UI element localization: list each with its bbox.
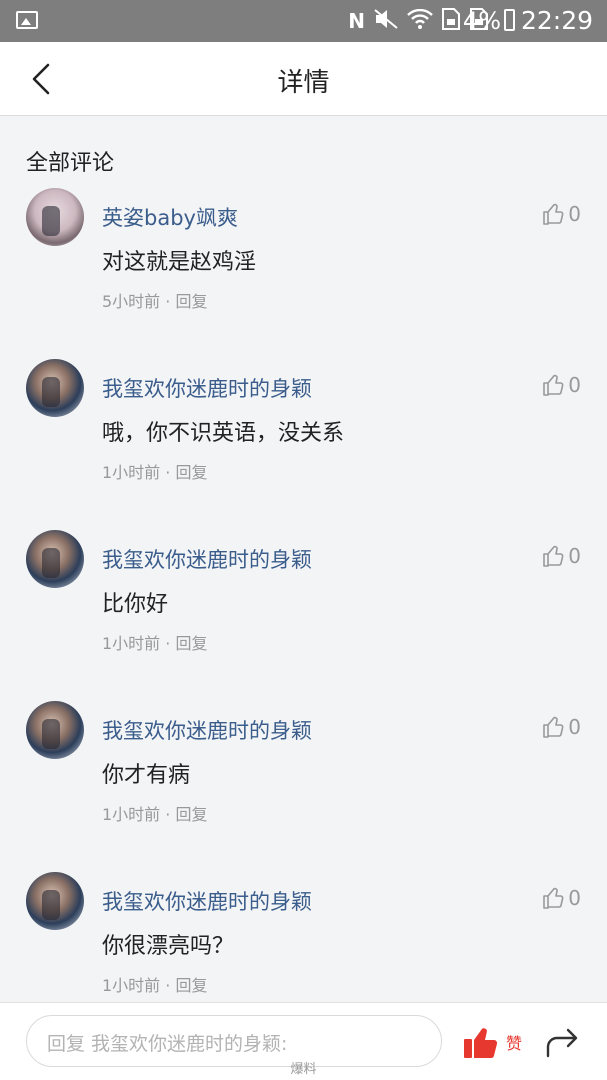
- page-title: 详情: [277, 68, 330, 98]
- comment-meta: 1小时前 · 回复: [102, 805, 208, 824]
- comment-username[interactable]: 我玺欢你迷鹿时的身颖: [102, 373, 312, 403]
- thumbs-up-icon: [543, 203, 564, 225]
- like-count: 0: [568, 544, 581, 568]
- comment-time: 1小时前: [102, 634, 161, 653]
- thumbs-up-icon: [543, 887, 564, 909]
- like-button[interactable]: 0: [542, 715, 581, 739]
- nfc-icon: N: [348, 9, 365, 33]
- thumbs-up-filled-icon: [464, 1028, 498, 1059]
- like-count: 0: [568, 202, 581, 226]
- like-count: 0: [568, 373, 581, 397]
- section-title: 全部评论: [26, 151, 115, 176]
- comment-username[interactable]: 英姿baby飒爽: [102, 202, 238, 232]
- comment-text: 对这就是赵鸡淫: [102, 250, 257, 275]
- thumbs-up-icon: [543, 716, 564, 738]
- comment-meta: 1小时前 · 回复: [102, 634, 208, 653]
- comment-meta: 1小时前 · 回复: [102, 976, 208, 995]
- comment-meta: 5小时前 · 回复: [102, 292, 208, 311]
- reply-link[interactable]: 回复: [175, 292, 207, 311]
- comment-item: 我玺欢你迷鹿时的身颖 0 你才有病 1小时前 · 回复: [0, 697, 607, 868]
- comment-item: 我玺欢你迷鹿时的身颖 0 哦，你不识英语，没关系 1小时前 · 回复: [0, 355, 607, 526]
- like-button[interactable]: 0: [542, 373, 581, 397]
- app-header: 详情: [0, 42, 607, 116]
- avatar[interactable]: [26, 359, 84, 417]
- comment-item: 英姿baby飒爽 0 对这就是赵鸡淫 5小时前 · 回复: [0, 184, 607, 355]
- avatar[interactable]: [26, 701, 84, 759]
- comment-text: 哦，你不识英语，没关系: [102, 421, 345, 446]
- reply-link[interactable]: 回复: [175, 976, 207, 995]
- reply-link[interactable]: 回复: [175, 634, 207, 653]
- like-button[interactable]: 0: [542, 202, 581, 226]
- gallery-icon: [16, 11, 38, 29]
- thumbs-up-icon: [543, 545, 564, 567]
- comment-time: 1小时前: [102, 805, 161, 824]
- comment-username[interactable]: 我玺欢你迷鹿时的身颖: [102, 886, 312, 916]
- comment-meta: 1小时前 · 回复: [102, 463, 208, 482]
- comment-time: 1小时前: [102, 463, 161, 482]
- share-button[interactable]: [544, 1025, 580, 1059]
- mute-icon: [373, 8, 399, 35]
- like-count: 0: [568, 886, 581, 910]
- comment-username[interactable]: 我玺欢你迷鹿时的身颖: [102, 715, 312, 745]
- like-count: 0: [568, 715, 581, 739]
- status-bar: N 4% 22:29: [0, 0, 607, 42]
- comment-username[interactable]: 我玺欢你迷鹿时的身颖: [102, 544, 312, 574]
- like-button[interactable]: 0: [542, 886, 581, 910]
- watermark: 爆料: [290, 1062, 317, 1077]
- comment-list: 英姿baby飒爽 0 对这就是赵鸡淫 5小时前 · 回复 我玺欢你迷鹿时的身颖 …: [0, 184, 607, 1039]
- battery-percent: 4%: [462, 7, 501, 35]
- like-button[interactable]: 0: [542, 544, 581, 568]
- battery-icon: [504, 9, 515, 31]
- comment-text: 你很漂亮吗？: [102, 934, 235, 959]
- like-post-button[interactable]: 赞: [462, 1023, 522, 1061]
- comment-text: 比你好: [102, 592, 169, 617]
- like-label: 赞: [506, 1034, 523, 1053]
- wifi-icon: [407, 8, 433, 34]
- reply-link[interactable]: 回复: [175, 463, 207, 482]
- avatar[interactable]: [26, 188, 84, 246]
- comment-time: 1小时前: [102, 976, 161, 995]
- thumbs-up-icon: [543, 374, 564, 396]
- share-icon: [546, 1028, 578, 1058]
- clock: 22:29: [520, 6, 593, 35]
- sim1-icon: [441, 7, 461, 35]
- comment-time: 5小时前: [102, 292, 161, 311]
- avatar[interactable]: [26, 530, 84, 588]
- comment-item: 我玺欢你迷鹿时的身颖 0 比你好 1小时前 · 回复: [0, 526, 607, 697]
- avatar[interactable]: [26, 872, 84, 930]
- reply-link[interactable]: 回复: [175, 805, 207, 824]
- comment-text: 你才有病: [102, 763, 191, 788]
